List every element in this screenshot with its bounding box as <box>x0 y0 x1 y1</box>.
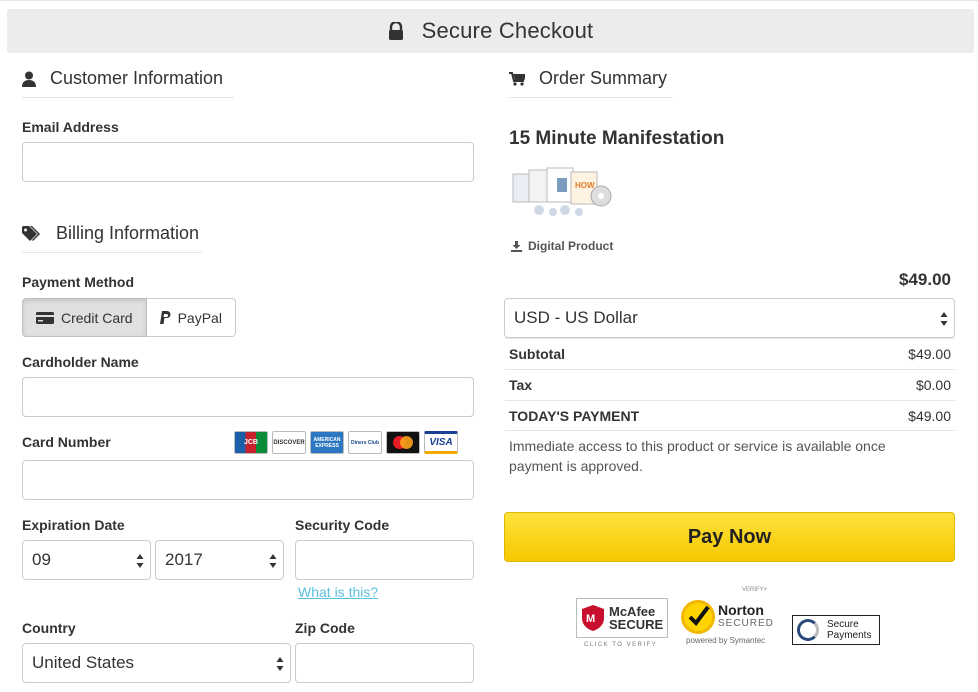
select-arrows-icon <box>276 657 284 671</box>
download-icon <box>511 240 522 252</box>
diners-club-icon: Diners Club <box>348 431 382 454</box>
currency-value: USD - US Dollar <box>514 308 638 327</box>
payment-method-toggle: Credit Card PayPal <box>22 298 236 337</box>
mcafee-secure-badge[interactable]: M McAfee SECURE <box>576 598 668 638</box>
row-value: $49.00 <box>908 407 951 424</box>
section-title: Billing Information <box>56 223 200 243</box>
secure-line1: Secure <box>827 619 859 630</box>
paypal-icon <box>159 311 171 324</box>
row-label: Tax <box>509 377 533 393</box>
accepted-cards: JCB DISCOVER AMERICAN EXPRESS Diners Clu… <box>234 431 458 454</box>
digital-product-tag: Digital Product <box>511 239 613 253</box>
row-value: $0.00 <box>915 377 951 393</box>
row-label: TODAY'S PAYMENT <box>509 407 640 424</box>
exp-month-select[interactable]: 09 <box>22 540 151 580</box>
mastercard-icon <box>386 431 420 454</box>
country-label: Country <box>22 620 76 636</box>
row-label: Subtotal <box>509 346 565 362</box>
secure-payments-icon <box>797 619 819 641</box>
credit-card-icon <box>36 311 54 324</box>
access-notice: Immediate access to this product or serv… <box>509 438 886 474</box>
card-number-label: Card Number <box>22 434 111 450</box>
select-arrows-icon <box>940 312 948 326</box>
cardholder-name-field[interactable] <box>22 377 474 417</box>
card-number-field[interactable] <box>22 460 474 500</box>
norton-title: Norton <box>718 602 764 618</box>
security-code-label: Security Code <box>295 517 390 533</box>
checkout-header: Secure Checkout <box>7 9 974 53</box>
todays-payment-row: TODAY'S PAYMENT $49.00 <box>505 400 955 431</box>
product-title: 15 Minute Manifestation <box>509 128 725 149</box>
mcafee-line2: SECURE <box>609 617 664 632</box>
exp-year-value: 2017 <box>165 550 203 569</box>
mcafee-verify-text: CLICK TO VERIFY <box>584 642 658 648</box>
norton-check-icon <box>681 600 715 634</box>
email-field[interactable] <box>22 142 474 182</box>
amex-icon: AMERICAN EXPRESS <box>310 431 344 454</box>
zip-code-field[interactable] <box>295 643 474 683</box>
country-value: United States <box>32 653 135 672</box>
subtotal-row: Subtotal $49.00 <box>505 338 955 369</box>
visa-icon: VISA <box>424 431 458 454</box>
top-divider <box>0 0 978 4</box>
cart-icon <box>509 71 525 86</box>
row-value: $49.00 <box>908 346 951 362</box>
discover-icon: DISCOVER <box>272 431 306 454</box>
paypal-button[interactable]: PayPal <box>146 298 236 337</box>
cardholder-label: Cardholder Name <box>22 354 139 370</box>
payment-method-label: Payment Method <box>22 274 135 290</box>
pay-now-button[interactable]: Pay Now <box>504 512 955 562</box>
what-is-this-link[interactable]: What is this? <box>298 584 378 600</box>
tax-row: Tax $0.00 <box>505 369 955 400</box>
norton-verify-text: VERIFY+ <box>742 587 768 593</box>
expiration-label: Expiration Date <box>22 517 125 533</box>
secure-payments-badge[interactable]: Secure Payments <box>792 615 880 645</box>
norton-secured-text: SECURED <box>718 618 774 629</box>
norton-secured-badge[interactable]: Norton SECURED <box>681 594 781 640</box>
norton-powered-by: powered by Symantec <box>686 636 766 645</box>
tags-icon <box>22 225 40 241</box>
user-icon <box>22 71 36 87</box>
product-image: HOW <box>512 167 612 216</box>
mcafee-shield-icon: M <box>582 605 604 631</box>
page-title: Secure Checkout <box>421 18 594 43</box>
credit-card-label: Credit Card <box>61 309 133 326</box>
security-code-field[interactable] <box>295 540 474 580</box>
exp-month-value: 09 <box>32 550 51 569</box>
digital-product-label: Digital Product <box>528 239 614 253</box>
zip-code-label: Zip Code <box>295 620 355 636</box>
customer-info-heading: Customer Information <box>22 68 234 98</box>
exp-year-select[interactable]: 2017 <box>155 540 284 580</box>
currency-select[interactable]: USD - US Dollar <box>504 298 955 338</box>
country-select[interactable]: United States <box>22 643 291 683</box>
svg-text:HOW: HOW <box>575 181 595 190</box>
lock-icon <box>388 20 404 40</box>
email-label: Email Address <box>22 119 119 135</box>
section-title: Order Summary <box>539 68 668 88</box>
jcb-icon: JCB <box>234 431 268 454</box>
secure-line2: Payments <box>827 630 872 641</box>
billing-info-heading: Billing Information <box>22 223 202 253</box>
svg-text:M: M <box>586 613 595 625</box>
select-arrows-icon <box>269 554 277 568</box>
select-arrows-icon <box>136 554 144 568</box>
section-title: Customer Information <box>50 68 224 88</box>
credit-card-button[interactable]: Credit Card <box>22 298 147 337</box>
product-price: $49.00 <box>899 270 951 289</box>
paypal-label: PayPal <box>177 309 222 326</box>
order-summary-heading: Order Summary <box>509 68 673 98</box>
